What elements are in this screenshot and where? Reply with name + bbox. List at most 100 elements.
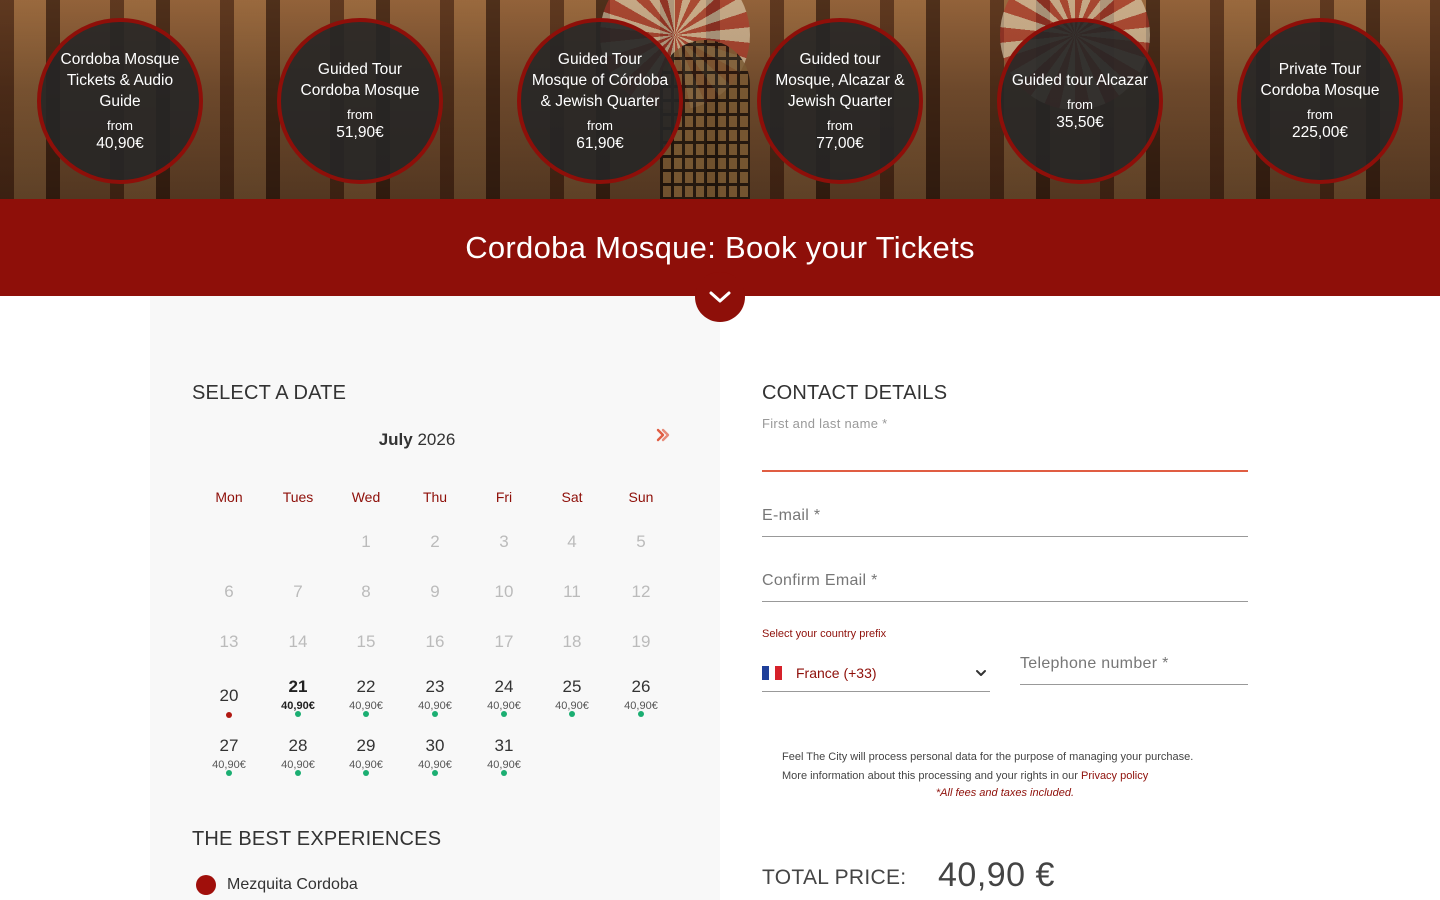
- day-number: 6: [224, 582, 234, 601]
- availability-dot-icon: [638, 711, 644, 717]
- total-price-label: TOTAL PRICE:: [762, 866, 907, 889]
- day-number: 11: [563, 582, 581, 601]
- calendar-day: 4: [542, 531, 602, 577]
- weekday-label: Sat: [561, 489, 583, 505]
- tour-from: from: [1067, 96, 1093, 112]
- calendar-day: 6: [199, 581, 259, 627]
- confirm-email-input[interactable]: [762, 565, 1248, 600]
- calendar-day: 14: [268, 631, 328, 677]
- weekday-label: Thu: [422, 489, 448, 505]
- day-number: 19: [631, 632, 651, 651]
- privacy-text-line1: Feel The City will process personal data…: [782, 751, 1194, 763]
- day-number: 7: [293, 582, 303, 601]
- calendar-day[interactable]: 22 40,90€: [336, 676, 396, 722]
- calendar-day: 2: [405, 531, 465, 577]
- calendar-day: 12: [611, 581, 671, 627]
- tour-card-4[interactable]: Guided tour Mosque, Alcazar & Jewish Qua…: [757, 18, 923, 184]
- tour-from: from: [347, 107, 373, 122]
- tour-from: from: [587, 117, 613, 133]
- calendar-day[interactable]: 30 40,90€: [405, 735, 465, 781]
- calendar-day: 10: [474, 581, 534, 627]
- name-input[interactable]: [762, 440, 1248, 470]
- availability-dot-icon: [432, 711, 438, 717]
- tour-card-1[interactable]: Cordoba Mosque Tickets & Audio Guide fro…: [37, 18, 203, 184]
- calendar-day[interactable]: 23 40,90€: [405, 676, 465, 722]
- availability-dot-icon: [295, 770, 301, 776]
- weekday-label: Sun: [628, 489, 654, 505]
- scroll-down-button[interactable]: [695, 272, 745, 322]
- day-number: 28: [288, 736, 308, 755]
- country-prefix-select[interactable]: France (+33): [762, 655, 990, 692]
- tour-card-3[interactable]: Guided Tour Mosque of Córdoba & Jewish Q…: [517, 18, 683, 184]
- calendar-day[interactable]: 31 40,90€: [474, 735, 534, 781]
- calendar-day: 19: [611, 631, 671, 677]
- day-number: 27: [219, 736, 239, 755]
- tour-name: Guided tour Alcazar: [1011, 71, 1149, 89]
- day-number: 26: [631, 677, 651, 696]
- calendar-day: 11: [542, 581, 602, 627]
- calendar-day[interactable]: 21 40,90€: [268, 676, 328, 722]
- calendar-day: 16: [405, 631, 465, 677]
- weekday-label: Tues: [282, 489, 314, 505]
- tour-price: 61,90€: [576, 134, 624, 152]
- tour-price: 77,00€: [816, 134, 864, 152]
- calendar-day: 18: [542, 631, 602, 677]
- country-prefix-value: France (+33): [796, 665, 877, 681]
- day-number: 31: [494, 736, 514, 755]
- day-number: 14: [288, 632, 308, 651]
- weekday-label: Fri: [495, 489, 513, 505]
- availability-dot-icon: [501, 711, 507, 717]
- tour-name: Guided tour Mosque, Alcazar & Jewish Qua…: [775, 50, 905, 110]
- tour-card-2[interactable]: Guided Tour Cordoba Mosque from 51,90€: [277, 18, 443, 184]
- tour-card-6[interactable]: Private Tour Cordoba Mosque from 225,00€: [1237, 18, 1403, 184]
- availability-dot-icon: [363, 770, 369, 776]
- next-month-arrow-icon[interactable]: [652, 424, 674, 446]
- day-number: 3: [499, 532, 509, 551]
- day-number: 23: [425, 677, 445, 696]
- year-label: 2026: [417, 430, 456, 449]
- tour-card-5[interactable]: Guided tour Alcazar from 35,50€: [997, 18, 1163, 184]
- day-number: 9: [430, 582, 440, 601]
- calendar-day: 1: [336, 531, 396, 577]
- calendar-day[interactable]: 28 40,90€: [268, 735, 328, 781]
- calendar-day: 15: [336, 631, 396, 677]
- day-number: 22: [356, 677, 376, 696]
- email-input[interactable]: [762, 500, 1248, 535]
- privacy-policy-link[interactable]: Privacy policy: [1081, 770, 1148, 782]
- tour-name: Guided Tour Cordoba Mosque: [300, 61, 420, 99]
- telephone-input[interactable]: [1020, 648, 1248, 683]
- calendar-day[interactable]: 25 40,90€: [542, 676, 602, 722]
- telephone-field-underline: [1020, 684, 1248, 685]
- email-field-underline: [762, 536, 1248, 537]
- day-number: 16: [425, 632, 445, 651]
- availability-dot-icon: [432, 770, 438, 776]
- weekday-label: Wed: [351, 489, 381, 505]
- day-number: 20: [219, 686, 239, 705]
- day-number: 13: [219, 632, 239, 651]
- tour-name: Private Tour Cordoba Mosque: [1260, 61, 1380, 99]
- day-number: 15: [356, 632, 376, 651]
- tour-from: from: [1307, 107, 1333, 122]
- calendar-day: 3: [474, 531, 534, 577]
- weekday-label: Mon: [215, 489, 243, 505]
- month-name: July: [378, 430, 413, 449]
- calendar-day: 8: [336, 581, 396, 627]
- tour-price: 40,90€: [96, 134, 144, 152]
- tour-from: from: [107, 117, 133, 133]
- fees-note: *All fees and taxes included.: [935, 787, 1075, 799]
- day-number: 8: [361, 582, 371, 601]
- total-price-value: 40,90 €: [938, 856, 1055, 894]
- calendar-day[interactable]: 29 40,90€: [336, 735, 396, 781]
- calendar-day[interactable]: 26 40,90€: [611, 676, 671, 722]
- day-number: 29: [356, 736, 376, 755]
- france-flag-icon: [762, 666, 783, 680]
- calendar-day[interactable]: 27 40,90€: [199, 735, 259, 781]
- experience-dot-icon: [196, 875, 216, 895]
- experience-item[interactable]: Mezquita Cordoba: [196, 875, 358, 895]
- select-date-title: SELECT A DATE: [192, 382, 347, 404]
- experience-label: Mezquita Cordoba: [227, 876, 358, 893]
- day-number: 25: [562, 677, 582, 696]
- day-number: 10: [494, 582, 514, 601]
- calendar-day[interactable]: 24 40,90€: [474, 676, 534, 722]
- day-number: 17: [494, 632, 514, 651]
